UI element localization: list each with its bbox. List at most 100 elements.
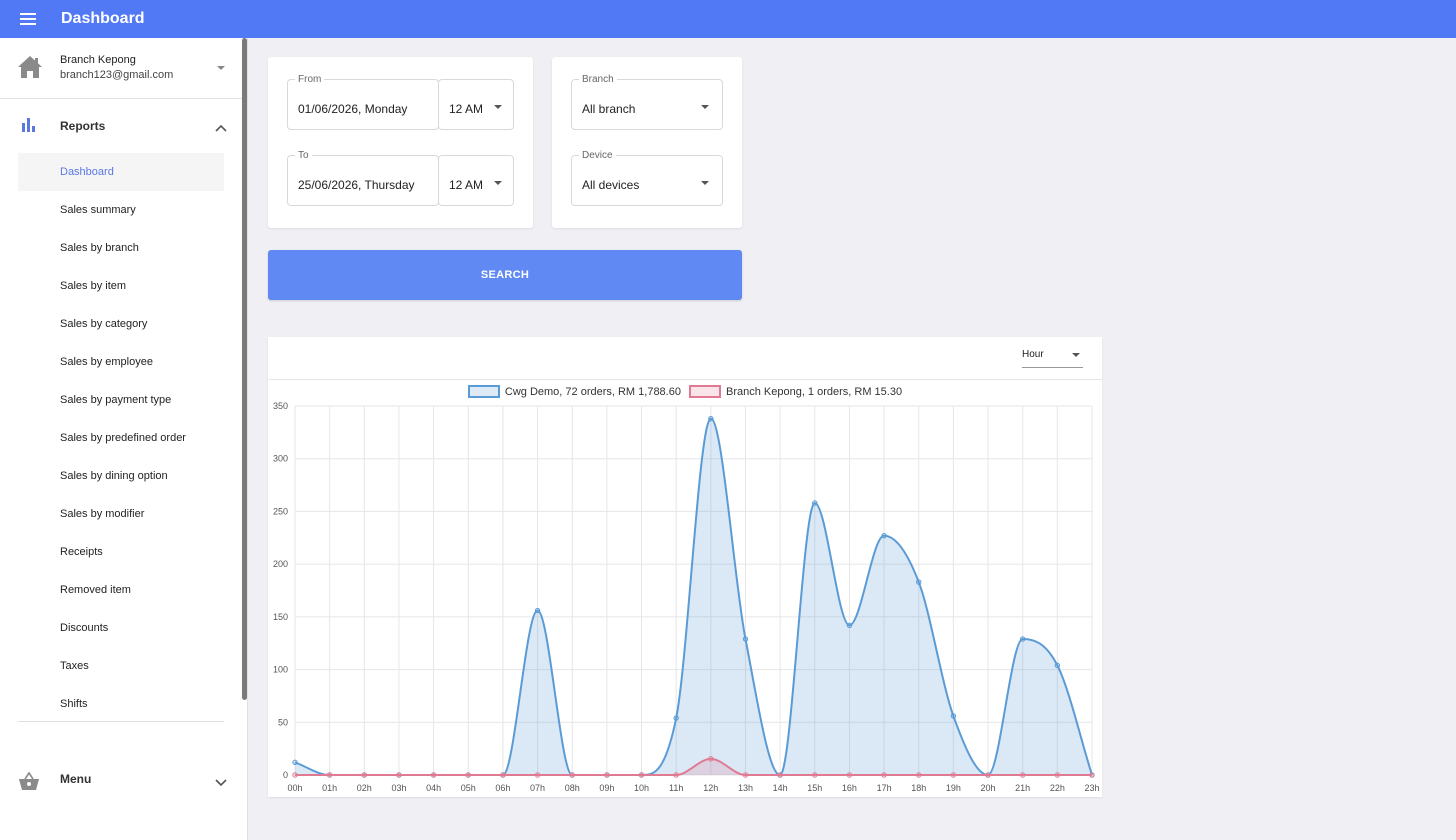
- sidebar-scrollbar[interactable]: [242, 38, 247, 700]
- data-point: [1054, 662, 1061, 669]
- x-tick-label: 06h: [495, 783, 510, 793]
- reports-section-toggle[interactable]: Reports: [0, 99, 247, 153]
- sidebar-item-sales-by-payment-type[interactable]: Sales by payment type: [0, 381, 247, 419]
- x-tick-label: 11h: [669, 783, 683, 793]
- sidebar-item-sales-by-predefined-order[interactable]: Sales by predefined order: [0, 419, 247, 457]
- y-tick-label: 250: [273, 506, 288, 516]
- chevron-up-icon: [215, 119, 227, 137]
- data-point: [881, 532, 887, 539]
- search-button[interactable]: SEARCH: [268, 250, 742, 300]
- data-point: [742, 636, 749, 642]
- series-area: [295, 418, 1092, 775]
- to-time-select[interactable]: 12 AM: [438, 155, 514, 206]
- data-point: [985, 772, 991, 778]
- data-point: [881, 772, 887, 778]
- reports-section-label: Reports: [60, 119, 106, 133]
- sidebar-item-shifts[interactable]: Shifts: [0, 685, 247, 723]
- x-tick-label: 02h: [357, 783, 372, 793]
- device-label: Device: [579, 150, 616, 161]
- menu-section-label: Menu: [60, 772, 92, 786]
- dropdown-caret-icon: [494, 105, 502, 109]
- sidebar-item-sales-by-dining-option[interactable]: Sales by dining option: [0, 457, 247, 495]
- sales-chart-card: Hour Cwg Demo, 72 orders, RM 1,788.60 Br…: [268, 337, 1102, 797]
- branch-label: Branch: [579, 74, 617, 85]
- data-point: [1054, 772, 1061, 778]
- x-tick-label: 05h: [461, 783, 476, 793]
- data-point: [430, 772, 437, 778]
- x-tick-label: 04h: [426, 783, 441, 793]
- menu-section-toggle[interactable]: Menu: [0, 752, 240, 796]
- to-date-value: 25/06/2026, Thursday: [298, 178, 415, 192]
- sidebar-item-taxes[interactable]: Taxes: [0, 647, 247, 685]
- data-point: [742, 772, 749, 778]
- x-tick-label: 01h: [322, 783, 337, 793]
- data-point: [950, 713, 957, 719]
- data-point: [1089, 772, 1095, 778]
- branch-select[interactable]: Branch All branch: [571, 74, 723, 130]
- data-point: [708, 756, 714, 762]
- sidebar-item-sales-by-item[interactable]: Sales by item: [0, 267, 247, 305]
- to-date-field[interactable]: To 25/06/2026, Thursday: [287, 150, 439, 206]
- sidebar-item-sales-by-category[interactable]: Sales by category: [0, 305, 247, 343]
- x-tick-label: 03h: [391, 783, 406, 793]
- dropdown-caret-icon: [701, 181, 709, 185]
- data-point: [777, 772, 783, 778]
- sidebar-item-sales-by-modifier[interactable]: Sales by modifier: [0, 495, 247, 533]
- sidebar-item-sales-by-employee[interactable]: Sales by employee: [0, 343, 247, 381]
- x-tick-label: 15h: [807, 783, 822, 793]
- data-point: [708, 415, 714, 422]
- from-label: From: [295, 74, 325, 85]
- shopping-basket-icon: [18, 771, 40, 796]
- x-tick-label: 10h: [634, 783, 649, 793]
- data-point: [916, 772, 922, 778]
- data-point: [950, 772, 957, 778]
- y-tick-label: 150: [273, 612, 288, 622]
- device-select[interactable]: Device All devices: [571, 150, 723, 206]
- data-point: [604, 772, 610, 778]
- chevron-down-icon: [217, 66, 225, 70]
- x-tick-label: 21h: [1015, 783, 1030, 793]
- account-email: branch123@gmail.com: [60, 69, 174, 81]
- x-tick-label: 07h: [530, 783, 545, 793]
- sidebar-item-sales-by-branch[interactable]: Sales by branch: [0, 229, 247, 267]
- from-time-value: 12 AM: [449, 102, 484, 116]
- x-tick-label: 18h: [911, 783, 926, 793]
- from-date-field[interactable]: From 01/06/2026, Monday: [287, 74, 439, 130]
- sidebar-item-sales-summary[interactable]: Sales summary: [0, 191, 247, 229]
- data-point: [1019, 636, 1026, 642]
- reports-nav: Dashboard Sales summary Sales by branch …: [0, 153, 247, 723]
- y-tick-label: 200: [273, 559, 288, 569]
- x-tick-label: 09h: [599, 783, 614, 793]
- x-tick-label: 20h: [981, 783, 996, 793]
- data-point: [916, 579, 922, 585]
- x-tick-label: 12h: [703, 783, 718, 793]
- page-title: Dashboard: [61, 10, 145, 27]
- sidebar-item-receipts[interactable]: Receipts: [0, 533, 247, 571]
- to-time-value: 12 AM: [449, 178, 484, 192]
- x-tick-label: 23h: [1084, 783, 1099, 793]
- from-date-value: 01/06/2026, Monday: [298, 102, 408, 116]
- x-tick-label: 22h: [1050, 783, 1065, 793]
- data-point: [292, 759, 298, 766]
- from-time-select[interactable]: 12 AM: [438, 79, 514, 130]
- data-point: [846, 622, 853, 628]
- sidebar-item-removed-item[interactable]: Removed item: [0, 571, 247, 609]
- data-point: [673, 772, 679, 778]
- account-switcher[interactable]: Branch Kepong branch123@gmail.com: [0, 38, 247, 99]
- sidebar-divider: [18, 721, 224, 722]
- branch-value: All branch: [582, 102, 636, 116]
- data-point: [534, 607, 541, 614]
- sidebar: Branch Kepong branch123@gmail.com Report…: [0, 38, 248, 840]
- bar-chart-icon: [22, 118, 36, 137]
- data-point: [396, 772, 402, 778]
- y-tick-label: 100: [273, 665, 288, 675]
- sidebar-item-discounts[interactable]: Discounts: [0, 609, 247, 647]
- hamburger-menu-icon[interactable]: [0, 0, 56, 38]
- sidebar-item-dashboard[interactable]: Dashboard: [18, 153, 224, 191]
- data-point: [292, 772, 298, 778]
- line-chart: 0 50 100 150 200 250 300 350 00h 01h 02h 03h 04h 05h 0…: [273, 401, 1100, 793]
- y-tick-label: 50: [278, 717, 288, 727]
- y-tick-label: 300: [273, 454, 288, 464]
- data-point: [846, 772, 853, 778]
- dropdown-caret-icon: [701, 105, 709, 109]
